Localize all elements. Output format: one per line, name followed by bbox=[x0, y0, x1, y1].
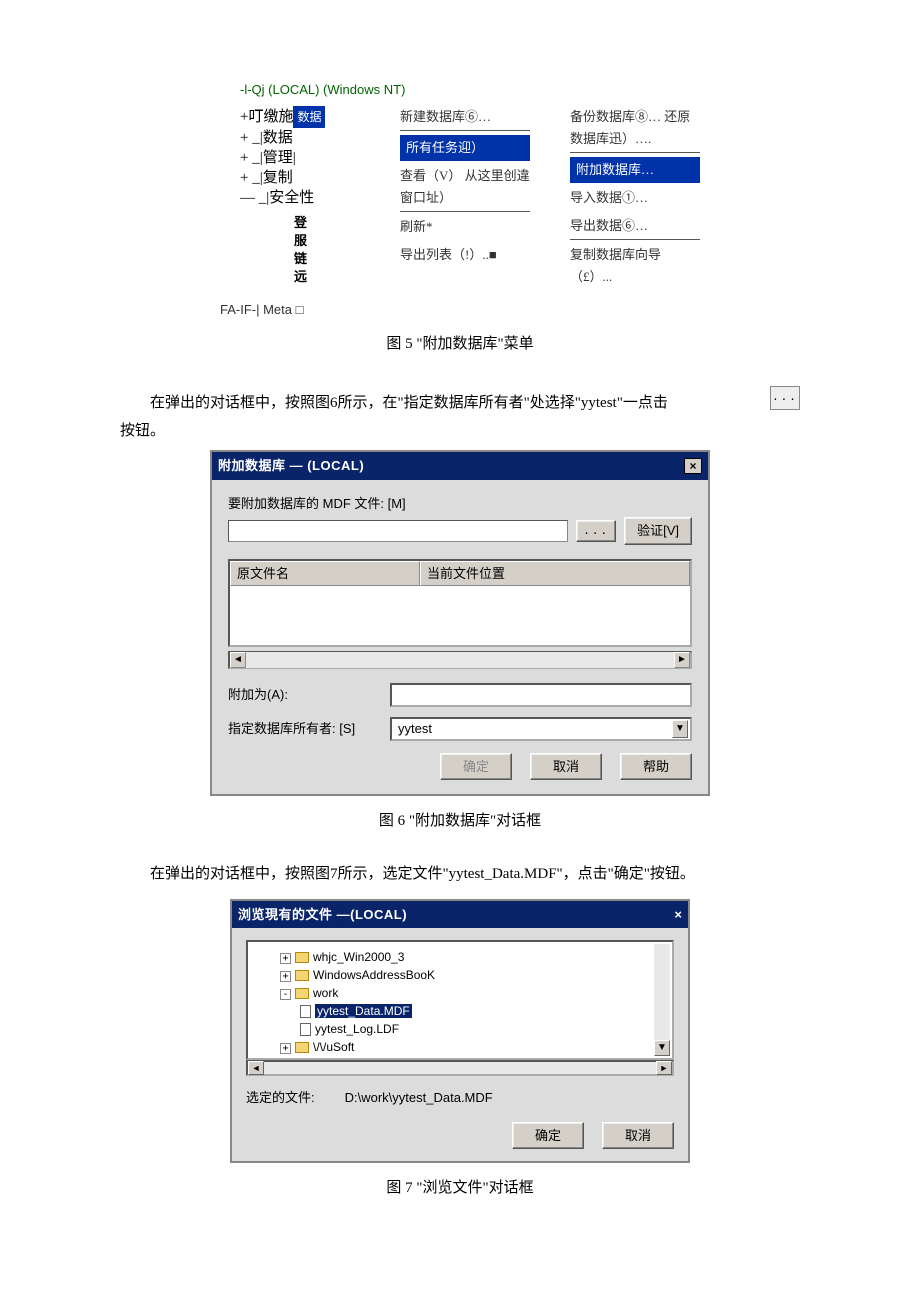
scroll-right-icon[interactable]: ► bbox=[674, 652, 690, 668]
mdf-label: 要附加数据库的 MDF 文件: [M] bbox=[228, 494, 692, 514]
tree-node: + _|数据 bbox=[240, 128, 360, 148]
v-scrollbar[interactable]: ▼ bbox=[654, 944, 670, 1056]
expand-icon[interactable]: + bbox=[280, 953, 291, 964]
scroll-left-icon[interactable]: ◄ bbox=[230, 652, 246, 668]
figure-5-menu: -l-Qj (LOCAL) (Windows NT) +叮缴施数据 + _|数据… bbox=[240, 80, 800, 319]
paragraph-7: 在弹出的对话框中，按照图7所示，选定文件"yytest_Data.MDF"，点击… bbox=[120, 859, 800, 889]
figure-6-caption: 图 6 "附加数据库"对话框 bbox=[120, 810, 800, 833]
folder-icon bbox=[295, 1042, 309, 1053]
scroll-right-icon[interactable]: ► bbox=[656, 1061, 672, 1075]
close-icon[interactable]: × bbox=[684, 458, 702, 474]
tree-leaf-icons: 登 服 链 远 bbox=[294, 214, 360, 286]
tree-node: — _|安全性 bbox=[240, 188, 360, 208]
tree-node: + _|管理| bbox=[240, 148, 360, 168]
data-badge: 数据 bbox=[293, 106, 325, 128]
menu-item-all-tasks[interactable]: 所有任务迎） bbox=[400, 135, 530, 161]
file-tree[interactable]: + whjc_Win2000_3 + WindowsAddressBooK - wor… bbox=[246, 940, 674, 1060]
menu-item-view[interactable]: 查看（V） 从这里创違窗口址） bbox=[400, 165, 530, 212]
ok-button[interactable]: 确定 bbox=[440, 753, 512, 781]
menu-item-export-list[interactable]: 导出列表（!）..■ bbox=[400, 244, 530, 268]
file-icon bbox=[300, 1023, 311, 1036]
context-menu-1[interactable]: 新建数据库⑥… 所有任务迎） 查看（V） 从这里创違窗口址） 刷新* 导出列表（… bbox=[400, 106, 530, 294]
attach-as-input[interactable] bbox=[390, 683, 692, 707]
folder-icon bbox=[295, 952, 309, 963]
paragraph-6a: 在弹出的对话框中，按照图6所示，在"指定数据库所有者"处选择"yytest"一点… bbox=[120, 388, 762, 418]
dialog-title: 附加数据库 — (LOCAL) bbox=[218, 456, 364, 476]
owner-label: 指定数据库所有者: [S] bbox=[228, 719, 378, 739]
tree-node: + _|复制 bbox=[240, 168, 360, 188]
dialog-title: 浏览現有的文件 —(LOCAL) bbox=[238, 905, 407, 925]
tree-root: -l-Qj (LOCAL) (Windows NT) bbox=[240, 80, 800, 100]
ok-button[interactable]: 确定 bbox=[512, 1122, 584, 1150]
figure-5-caption: 图 5 "附加数据库"菜单 bbox=[120, 333, 800, 356]
col-current-loc: 当前文件位置 bbox=[420, 561, 690, 587]
expand-icon[interactable]: + bbox=[280, 1043, 291, 1054]
menu-item-backup[interactable]: 备份数据库⑧… 还原数据库迅）…. bbox=[570, 106, 700, 153]
h-scrollbar[interactable]: ◄ ► bbox=[228, 651, 692, 669]
folder-icon bbox=[295, 970, 309, 981]
help-button[interactable]: 帮助 bbox=[620, 753, 692, 781]
tree-file[interactable]: yytest_Log.LDF bbox=[315, 1022, 399, 1036]
attach-as-label: 附加为(A): bbox=[228, 685, 378, 705]
browse-button[interactable]: ... bbox=[576, 520, 616, 543]
tree-node: +叮缴施数据 bbox=[240, 106, 360, 128]
cancel-button[interactable]: 取消 bbox=[530, 753, 602, 781]
tree-file-selected[interactable]: yytest_Data.MDF bbox=[315, 1004, 412, 1018]
cancel-button[interactable]: 取消 bbox=[602, 1122, 674, 1150]
scroll-left-icon[interactable]: ◄ bbox=[248, 1061, 264, 1075]
owner-value: yytest bbox=[398, 719, 432, 739]
folder-icon bbox=[295, 988, 309, 999]
figure-7-caption: 图 7 "浏览文件"对话框 bbox=[120, 1177, 800, 1200]
menu-item-attach[interactable]: 附加数据库… bbox=[570, 157, 700, 183]
tree-folder[interactable]: whjc_Win2000_3 bbox=[313, 950, 404, 964]
tree-folder[interactable]: work bbox=[313, 986, 338, 1000]
figure-5-meta: FA-IF-| Meta □ bbox=[220, 300, 800, 320]
mdf-path-input[interactable] bbox=[228, 520, 568, 542]
file-table: 原文件名 当前文件位置 bbox=[228, 559, 692, 647]
h-scrollbar[interactable]: ◄ ► bbox=[246, 1060, 674, 1076]
close-icon[interactable]: × bbox=[674, 905, 682, 925]
browse-file-dialog: 浏览現有的文件 —(LOCAL) × + whjc_Win2000_3 + Wind… bbox=[230, 899, 690, 1164]
menu-item-import[interactable]: 导入数据①… bbox=[570, 187, 700, 211]
tree-folder[interactable]: WindowsAddressBooK bbox=[313, 968, 435, 982]
menu-item-new-db[interactable]: 新建数据库⑥… bbox=[400, 106, 530, 131]
attach-db-dialog: 附加数据库 — (LOCAL) × 要附加数据库的 MDF 文件: [M] ..… bbox=[210, 450, 710, 796]
menu-item-export[interactable]: 导出数据⑥… bbox=[570, 215, 700, 240]
verify-button[interactable]: 验证[V] bbox=[624, 517, 692, 545]
browse-button-inline[interactable]: ... bbox=[770, 386, 800, 410]
scroll-down-icon[interactable]: ▼ bbox=[654, 1040, 670, 1056]
tree-folder[interactable]: \/\/uSoft bbox=[313, 1040, 354, 1054]
col-original-name: 原文件名 bbox=[230, 561, 420, 587]
context-menu-2[interactable]: 备份数据库⑧… 还原数据库迅）…. 附加数据库… 导入数据①… 导出数据⑥… 复… bbox=[570, 106, 700, 294]
menu-item-refresh[interactable]: 刷新* bbox=[400, 216, 530, 240]
expand-icon[interactable]: + bbox=[280, 971, 291, 982]
file-icon bbox=[300, 1005, 311, 1018]
chevron-down-icon[interactable]: ▼ bbox=[672, 720, 688, 738]
menu-item-copy-wizard[interactable]: 复制数据库向导（£）... bbox=[570, 244, 700, 290]
owner-dropdown[interactable]: yytest ▼ bbox=[390, 717, 692, 741]
selected-file-label: 选定的文件: bbox=[246, 1088, 315, 1108]
selected-file-value: D:\work\yytest_Data.MDF bbox=[345, 1088, 493, 1108]
collapse-icon[interactable]: - bbox=[280, 989, 291, 1000]
